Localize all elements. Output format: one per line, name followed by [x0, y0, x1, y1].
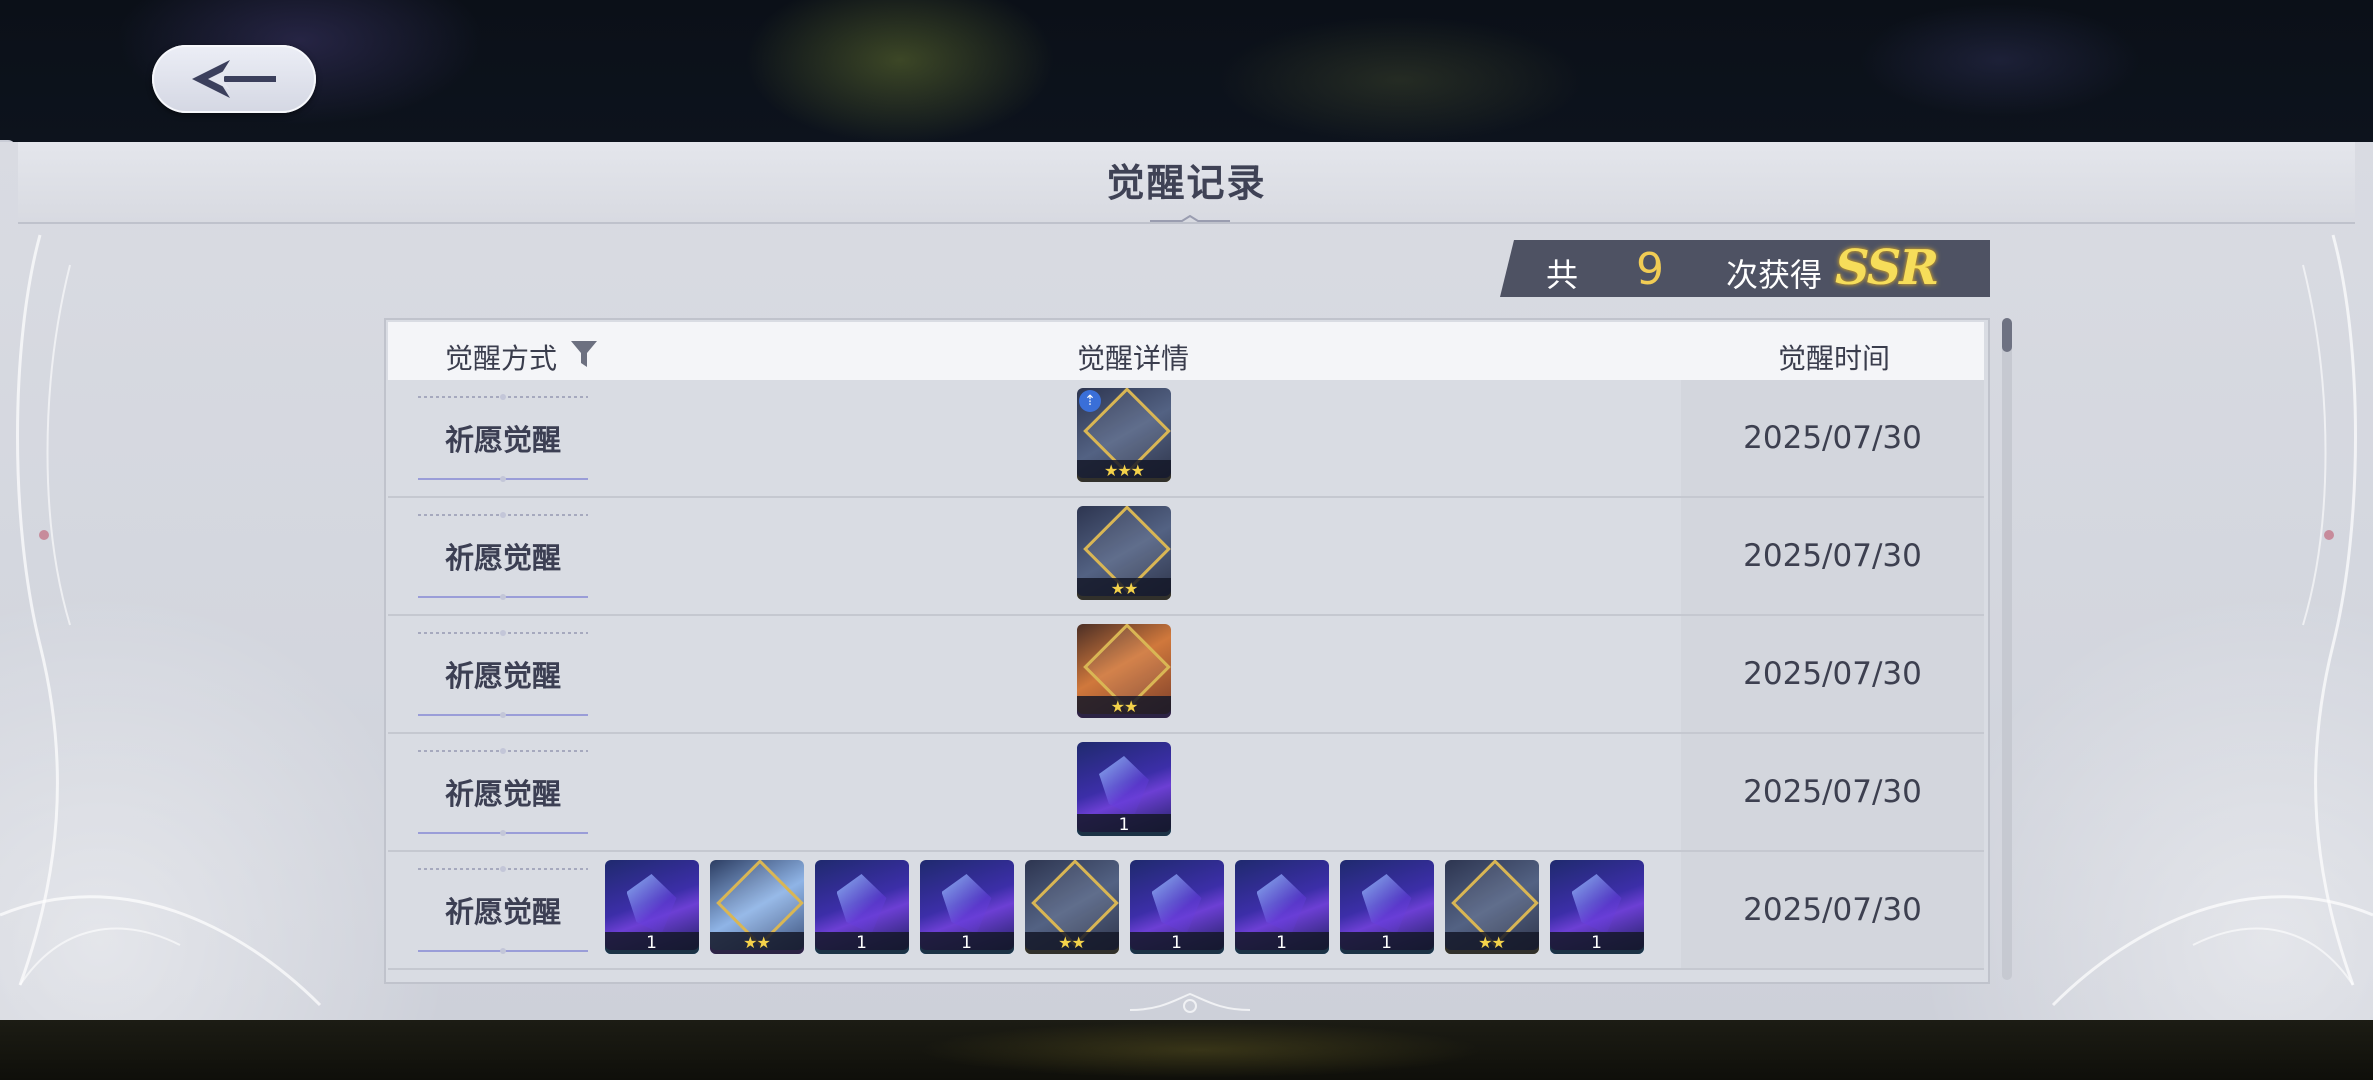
method-cell: 祈愿觉醒 — [418, 392, 588, 484]
back-button[interactable] — [152, 45, 316, 113]
game-background-bottom — [0, 1020, 2373, 1080]
right-ornament — [2051, 234, 2373, 1007]
scrollbar-thumb[interactable] — [2002, 318, 2012, 352]
page-title: 觉醒记录 — [1106, 160, 1267, 205]
table-row: 祈愿觉醒 ⇡ ★★★ 2025/07/30 — [388, 380, 1984, 498]
left-ornament — [0, 234, 322, 1007]
method-label: 祈愿觉醒 — [444, 423, 561, 457]
method-label: 祈愿觉醒 — [444, 895, 561, 929]
filter-funnel-icon[interactable] — [570, 339, 598, 369]
reward-item[interactable]: 1 — [814, 860, 909, 954]
item-level: 1 — [1077, 814, 1171, 836]
reward-item[interactable]: 1 — [919, 860, 1014, 954]
method-divider — [418, 512, 588, 518]
item-level: ★★ — [1024, 932, 1119, 954]
method-cell: 祈愿觉醒 — [418, 628, 588, 720]
item-level: 1 — [604, 932, 699, 954]
method-label: 祈愿觉醒 — [444, 777, 561, 811]
card-art-icon — [626, 874, 677, 934]
back-arrow-icon — [192, 60, 276, 98]
reward-item[interactable]: ★★ — [1024, 860, 1119, 954]
reward-item[interactable]: 1 — [1339, 860, 1434, 954]
ssr-logo: SSR — [1835, 240, 1939, 296]
reward-item[interactable]: 1 — [1077, 742, 1171, 836]
ssr-count-banner: 共 9 次获得 SSR — [1500, 240, 1990, 297]
method-label: 祈愿觉醒 — [444, 541, 561, 575]
card-art-icon — [1571, 874, 1622, 934]
item-level: ★★★ — [1077, 460, 1171, 482]
record-date: 2025/07/30 — [1681, 498, 1984, 614]
card-art-icon — [836, 874, 887, 934]
item-level: ★★ — [1077, 578, 1171, 600]
game-background-top — [0, 0, 2373, 142]
table-header: 觉醒方式 觉醒详情 觉醒时间 — [388, 322, 1984, 380]
method-divider — [418, 630, 588, 636]
reward-item[interactable]: ⇡ ★★★ — [1077, 388, 1171, 482]
item-level: 1 — [1339, 932, 1434, 954]
item-level: 1 — [814, 932, 909, 954]
item-level: 1 — [1129, 932, 1224, 954]
card-art-icon — [1099, 756, 1149, 816]
count-suffix: 次获得 — [1726, 256, 1823, 294]
reward-item[interactable]: 1 — [1234, 860, 1329, 954]
reward-item[interactable]: ★★ — [1077, 506, 1171, 600]
column-method: 觉醒方式 — [445, 342, 558, 375]
count-prefix: 共 — [1546, 256, 1579, 294]
item-level: ★★ — [709, 932, 804, 954]
method-divider — [418, 830, 588, 836]
method-divider — [418, 866, 588, 872]
method-divider — [418, 948, 588, 954]
item-level: 1 — [919, 932, 1014, 954]
table-row: 祈愿觉醒 ★★ 2025/07/30 — [388, 616, 1984, 734]
method-label: 祈愿觉醒 — [444, 659, 561, 693]
card-art-icon — [1256, 874, 1307, 934]
reward-item[interactable]: 1 — [604, 860, 699, 954]
column-detail: 觉醒详情 — [1077, 342, 1190, 375]
reward-item[interactable]: 1 — [1129, 860, 1224, 954]
card-art-icon — [1361, 874, 1412, 934]
method-divider — [418, 594, 588, 600]
upgrade-badge-icon: ⇡ — [1079, 390, 1101, 412]
record-date: 2025/07/30 — [1681, 380, 1984, 496]
item-level: ★★ — [1077, 696, 1171, 718]
item-level: 1 — [1549, 932, 1644, 954]
card-art-icon — [941, 874, 992, 934]
method-divider — [418, 476, 588, 482]
reward-item[interactable]: 1 — [1549, 860, 1644, 954]
method-divider — [418, 394, 588, 400]
reward-item[interactable]: ★★ — [709, 860, 804, 954]
table-row: 祈愿觉醒 1 2025/07/30 — [388, 734, 1984, 852]
method-cell: 祈愿觉醒 — [418, 864, 588, 956]
method-cell: 祈愿觉醒 — [418, 510, 588, 602]
method-divider — [418, 748, 588, 754]
card-art-icon — [1151, 874, 1202, 934]
table-scrollbar[interactable] — [2002, 318, 2012, 980]
ssr-count: 9 — [1636, 244, 1664, 295]
title-divider-ornament — [1150, 215, 1230, 222]
column-time: 觉醒时间 — [1778, 342, 1891, 375]
record-date: 2025/07/30 — [1681, 616, 1984, 732]
table-row: 祈愿觉醒 ★★ 2025/07/30 — [388, 498, 1984, 616]
method-divider — [418, 712, 588, 718]
record-date: 2025/07/30 — [1681, 852, 1984, 968]
reward-item[interactable]: ★★ — [1077, 624, 1171, 718]
awakening-record-table: 觉醒方式 觉醒详情 觉醒时间 祈愿觉醒 ⇡ ★★★ 2025/07/30 祈愿觉醒 ★★ 2… — [384, 318, 1990, 984]
table-row: 祈愿觉醒 1 ★★ 1 1 ★★ 1 1 1 ★★ 1 2025/07/30 — [388, 852, 1984, 970]
method-cell: 祈愿觉醒 — [418, 746, 588, 838]
bottom-ornament — [1130, 992, 1250, 1013]
item-level: 1 — [1234, 932, 1329, 954]
record-date: 2025/07/30 — [1681, 734, 1984, 850]
reward-item[interactable]: ★★ — [1444, 860, 1539, 954]
item-level: ★★ — [1444, 932, 1539, 954]
